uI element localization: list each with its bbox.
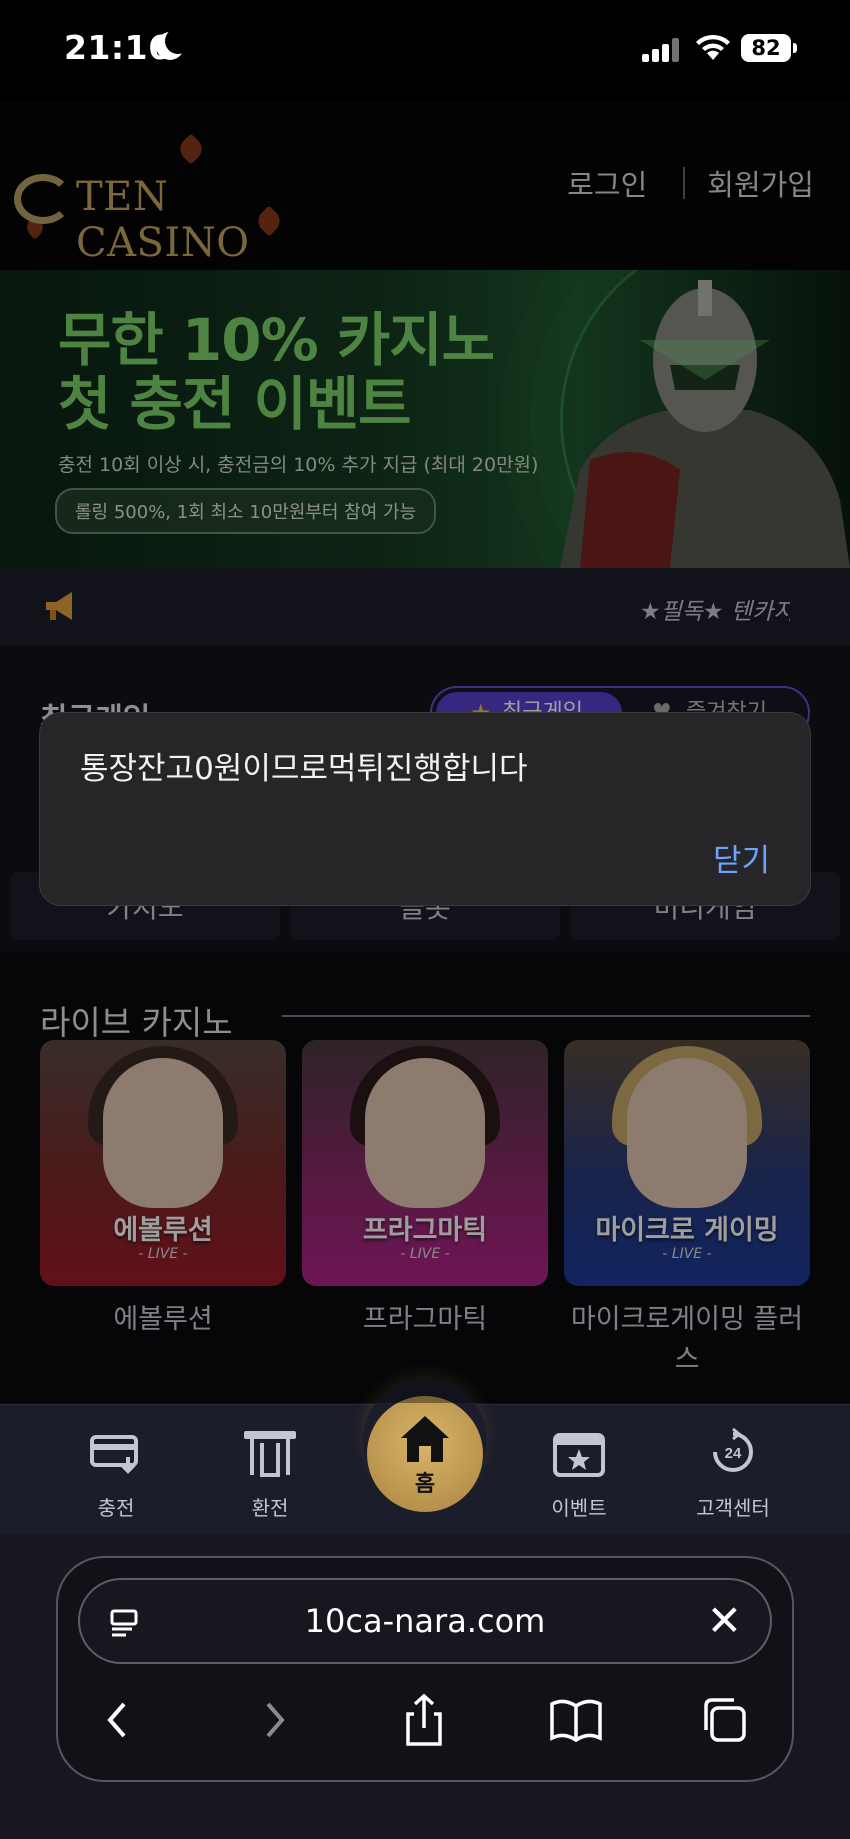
banner-headline: 무한 10% 카지노 첫 충전 이벤트	[58, 306, 495, 438]
forward-icon[interactable]	[244, 1690, 304, 1750]
card-label[interactable]: 프라그마틱	[302, 1300, 548, 1340]
nav-item-deposit[interactable]: 충전	[56, 1427, 176, 1521]
card-live-tag: - LIVE -	[400, 1246, 450, 1262]
nav-item-support[interactable]: 24 고객센터	[673, 1427, 793, 1521]
home-icon	[401, 1416, 449, 1462]
browser-chrome: 10ca-nara.com ✕	[0, 1534, 850, 1839]
divider	[282, 1015, 810, 1017]
site-header: TEN CASINO 로그인 회원가입	[0, 100, 850, 270]
battery-indicator: 82	[741, 34, 797, 62]
url-text: 10ca-nara.com	[304, 1602, 546, 1640]
card-live-tag: - LIVE -	[662, 1246, 712, 1262]
calendar-star-icon	[553, 1433, 605, 1477]
card-label[interactable]: 마이크로게이밍 플러스	[564, 1300, 810, 1380]
alert-dialog: 통장잔고0원이므로먹튀진행합니다 닫기	[39, 712, 811, 906]
close-button[interactable]: 닫기	[713, 835, 770, 880]
cellular-signal-icon	[642, 38, 679, 62]
card-brand: 에볼루션	[113, 1215, 213, 1246]
wifi-icon	[696, 34, 730, 60]
auth-links: 로그인 회원가입	[567, 162, 814, 204]
card-portrait-face	[103, 1058, 223, 1208]
login-link[interactable]: 로그인	[567, 162, 647, 204]
section-title: 라이브 카지노	[40, 1003, 233, 1042]
card-brand: 마이크로 게이밍	[595, 1215, 779, 1246]
nav-label: 충전	[97, 1496, 135, 1520]
card-portrait-face	[627, 1058, 747, 1208]
megaphone-icon	[46, 592, 72, 620]
card-label[interactable]: 에볼루션	[40, 1300, 286, 1340]
card-icon	[90, 1435, 138, 1474]
nav-item-home[interactable]: 홈	[367, 1396, 483, 1512]
logo-emblem-icon	[14, 174, 72, 224]
address-bar[interactable]: 10ca-nara.com ✕	[78, 1578, 772, 1664]
banner-headline-line1: 무한 10% 카지노	[58, 306, 495, 374]
withdraw-icon	[244, 1431, 296, 1477]
nav-item-events[interactable]: 이벤트	[519, 1427, 639, 1521]
moon-icon	[156, 28, 191, 60]
nav-label: 홈	[414, 1472, 436, 1497]
divider	[683, 167, 686, 199]
close-icon[interactable]: ✕	[707, 1594, 742, 1648]
signup-link[interactable]: 회원가입	[707, 162, 814, 204]
site-logo[interactable]: TEN CASINO	[14, 133, 334, 266]
notice-bar: ★필독★ 텐카지	[0, 568, 850, 646]
banner-pill: 롤링 500%, 1회 최소 10만원부터 참여 가능	[55, 488, 437, 534]
spartan-warrior-illustration	[560, 280, 850, 568]
bookmarks-icon[interactable]	[546, 1690, 606, 1750]
status-bar: 21:16 82	[0, 0, 850, 100]
support-24-icon: 24	[713, 1427, 753, 1472]
live-casino-section: 라이브 카지노 에볼루션 - LIVE - 에볼루션 프라그마틱 - LIVE …	[0, 952, 850, 1404]
banner-subtitle: 충전 10회 이상 시, 충전금의 10% 추가 지급 (최대 20만원)	[58, 454, 539, 476]
nav-label: 환전	[251, 1496, 289, 1520]
promo-banner[interactable]: 무한 10% 카지노 첫 충전 이벤트 충전 10회 이상 시, 충전금의 10…	[0, 270, 850, 568]
tabs-icon[interactable]	[694, 1690, 754, 1750]
share-icon[interactable]	[394, 1690, 454, 1750]
browser-toolbar-sheet: 10ca-nara.com ✕	[56, 1556, 794, 1782]
card-live-tag: - LIVE -	[138, 1246, 188, 1262]
svg-text:24: 24	[725, 1445, 742, 1462]
card-brand: 프라그마틱	[362, 1215, 488, 1246]
nav-label: 고객센터	[696, 1496, 770, 1520]
card-portrait-face	[365, 1058, 485, 1208]
notice-ticker[interactable]: ★필독★ 텐카지	[640, 592, 790, 626]
alert-message: 통장잔고0원이므로먹튀진행합니다	[80, 751, 528, 787]
back-icon[interactable]	[88, 1690, 148, 1750]
banner-headline-line2: 첫 충전 이벤트	[58, 370, 412, 438]
logo-text: TEN CASINO	[76, 174, 250, 266]
game-card-pragmatic[interactable]: 프라그마틱 - LIVE -	[302, 1040, 548, 1286]
nav-label: 이벤트	[551, 1496, 607, 1520]
game-card-microgaming[interactable]: 마이크로 게이밍 - LIVE -	[564, 1040, 810, 1286]
nav-item-withdraw[interactable]: 환전	[210, 1427, 330, 1521]
game-card-evolution[interactable]: 에볼루션 - LIVE -	[40, 1040, 286, 1286]
maple-leaf-icon	[175, 133, 207, 165]
